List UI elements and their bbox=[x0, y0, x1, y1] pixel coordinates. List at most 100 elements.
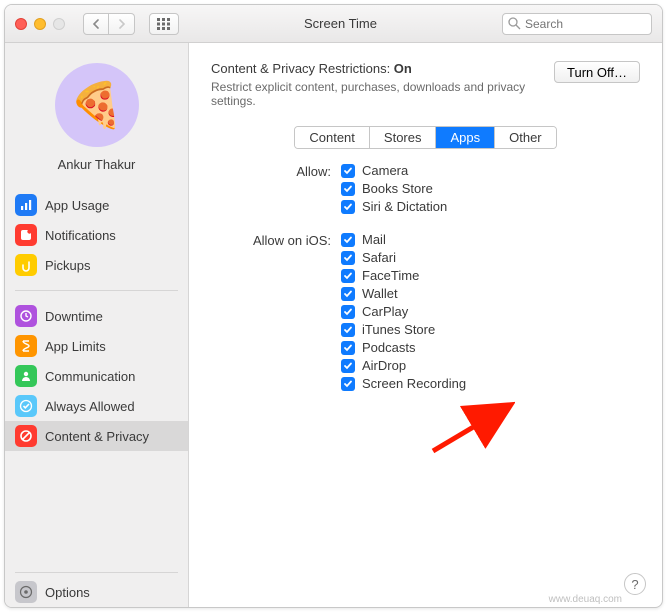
search-field[interactable] bbox=[502, 13, 652, 35]
sidebar-item-label: Notifications bbox=[45, 228, 116, 243]
checkbox-label: Screen Recording bbox=[362, 376, 466, 391]
checkbox-label: FaceTime bbox=[362, 268, 419, 283]
minimize-window-button[interactable] bbox=[34, 18, 46, 30]
sidebar-item-notifications[interactable]: Notifications bbox=[5, 220, 188, 250]
sidebar-item-label: Pickups bbox=[45, 258, 91, 273]
gear-icon bbox=[15, 581, 37, 603]
sidebar-item-label: App Limits bbox=[45, 339, 106, 354]
show-all-button[interactable] bbox=[149, 13, 179, 35]
checkbox[interactable] bbox=[341, 233, 355, 247]
checkbox-row-itunes-store: iTunes Store bbox=[341, 322, 640, 337]
chevron-right-icon bbox=[118, 19, 126, 29]
checkbox-row-carplay: CarPlay bbox=[341, 304, 640, 319]
checkbox[interactable] bbox=[341, 377, 355, 391]
sidebar-item-pickups[interactable]: Pickups bbox=[5, 250, 188, 280]
sidebar-item-communication[interactable]: Communication bbox=[5, 361, 188, 391]
content-header: Content & Privacy Restrictions: On Restr… bbox=[211, 61, 640, 108]
sidebar-item-label: Always Allowed bbox=[45, 399, 135, 414]
checkbox[interactable] bbox=[341, 182, 355, 196]
checkbox-label: AirDrop bbox=[362, 358, 406, 373]
checkbox-row-podcasts: Podcasts bbox=[341, 340, 640, 355]
checkbox[interactable] bbox=[341, 200, 355, 214]
turn-off-button[interactable]: Turn Off… bbox=[554, 61, 640, 83]
sidebar-item-label: Options bbox=[45, 585, 90, 600]
tab-apps[interactable]: Apps bbox=[436, 127, 495, 148]
main-content: Content & Privacy Restrictions: On Restr… bbox=[189, 43, 662, 607]
forward-button[interactable] bbox=[109, 13, 135, 35]
checkbox-label: CarPlay bbox=[362, 304, 408, 319]
zoom-window-button[interactable] bbox=[53, 18, 65, 30]
checkbox-row-airdrop: AirDrop bbox=[341, 358, 640, 373]
back-button[interactable] bbox=[83, 13, 109, 35]
section-label: Allow on iOS: bbox=[211, 232, 331, 248]
help-button[interactable]: ? bbox=[624, 573, 646, 595]
nav-buttons bbox=[83, 13, 135, 35]
hourglass-icon bbox=[15, 335, 37, 357]
check-icon bbox=[15, 395, 37, 417]
sidebar-separator bbox=[15, 290, 178, 291]
sidebar-item-options[interactable]: Options bbox=[5, 577, 188, 607]
sidebar-separator bbox=[15, 572, 178, 573]
preferences-window: Screen Time 🍕 Ankur Thakur App Usage Noti… bbox=[4, 4, 663, 608]
settings-form: Allow: Camera Books Store Siri & Dictation A… bbox=[211, 163, 640, 391]
checkbox[interactable] bbox=[341, 323, 355, 337]
page-subtitle: Restrict explicit content, purchases, do… bbox=[211, 80, 542, 108]
sidebar-item-label: Communication bbox=[45, 369, 135, 384]
tab-other[interactable]: Other bbox=[495, 127, 556, 148]
checkbox[interactable] bbox=[341, 269, 355, 283]
sidebar-item-label: App Usage bbox=[45, 198, 109, 213]
hand-icon bbox=[15, 254, 37, 276]
checkbox-row-safari: Safari bbox=[341, 250, 640, 265]
checkbox-row-camera: Camera bbox=[341, 163, 640, 178]
search-icon bbox=[508, 17, 521, 30]
close-window-button[interactable] bbox=[15, 18, 27, 30]
clock-icon bbox=[15, 305, 37, 327]
sidebar-item-app-limits[interactable]: App Limits bbox=[5, 331, 188, 361]
checkbox-column: Mail Safari FaceTime Wallet CarPlay iTunes St… bbox=[341, 232, 640, 391]
checkbox-row-screen-recording: Screen Recording bbox=[341, 376, 640, 391]
sidebar-item-app-usage[interactable]: App Usage bbox=[5, 190, 188, 220]
sidebar-item-downtime[interactable]: Downtime bbox=[5, 301, 188, 331]
tab-content[interactable]: Content bbox=[295, 127, 370, 148]
checkbox-label: Camera bbox=[362, 163, 408, 178]
checkbox[interactable] bbox=[341, 251, 355, 265]
checkbox-label: Safari bbox=[362, 250, 396, 265]
checkbox[interactable] bbox=[341, 164, 355, 178]
checkbox[interactable] bbox=[341, 341, 355, 355]
section-label: Allow: bbox=[211, 163, 331, 179]
grid-icon bbox=[157, 18, 171, 30]
sidebar-group-usage: App Usage Notifications Pickups bbox=[5, 184, 188, 286]
bars-icon bbox=[15, 194, 37, 216]
checkbox-row-siri-dictation: Siri & Dictation bbox=[341, 199, 640, 214]
checkbox-row-wallet: Wallet bbox=[341, 286, 640, 301]
sidebar-group-limits: Downtime App Limits Communication Always Al… bbox=[5, 295, 188, 457]
search-input[interactable] bbox=[502, 13, 652, 35]
annotation-arrow bbox=[429, 399, 515, 455]
page-title: Content & Privacy Restrictions: On bbox=[211, 61, 542, 76]
checkbox[interactable] bbox=[341, 305, 355, 319]
window-title: Screen Time bbox=[187, 16, 494, 31]
window-body: 🍕 Ankur Thakur App Usage Notifications Pic… bbox=[5, 43, 662, 607]
checkbox[interactable] bbox=[341, 287, 355, 301]
checkbox-label: Books Store bbox=[362, 181, 433, 196]
sidebar-item-label: Downtime bbox=[45, 309, 103, 324]
checkbox[interactable] bbox=[341, 359, 355, 373]
tab-control: ContentStoresAppsOther bbox=[294, 126, 556, 149]
checkbox-label: Siri & Dictation bbox=[362, 199, 447, 214]
sidebar: 🍕 Ankur Thakur App Usage Notifications Pic… bbox=[5, 43, 189, 607]
sidebar-item-always-allowed[interactable]: Always Allowed bbox=[5, 391, 188, 421]
profile-section: 🍕 Ankur Thakur bbox=[5, 43, 188, 184]
checkbox-label: Mail bbox=[362, 232, 386, 247]
checkbox-label: iTunes Store bbox=[362, 322, 435, 337]
checkbox-row-mail: Mail bbox=[341, 232, 640, 247]
checkbox-label: Wallet bbox=[362, 286, 398, 301]
sidebar-item-content-privacy[interactable]: Content & Privacy bbox=[5, 421, 188, 451]
window-controls bbox=[15, 18, 65, 30]
checkbox-row-books-store: Books Store bbox=[341, 181, 640, 196]
user-name: Ankur Thakur bbox=[15, 157, 178, 172]
chevron-left-icon bbox=[92, 19, 100, 29]
bell-icon bbox=[15, 224, 37, 246]
checkbox-column: Camera Books Store Siri & Dictation bbox=[341, 163, 640, 214]
tab-stores[interactable]: Stores bbox=[370, 127, 437, 148]
watermark: www.deuaq.com bbox=[549, 594, 622, 605]
